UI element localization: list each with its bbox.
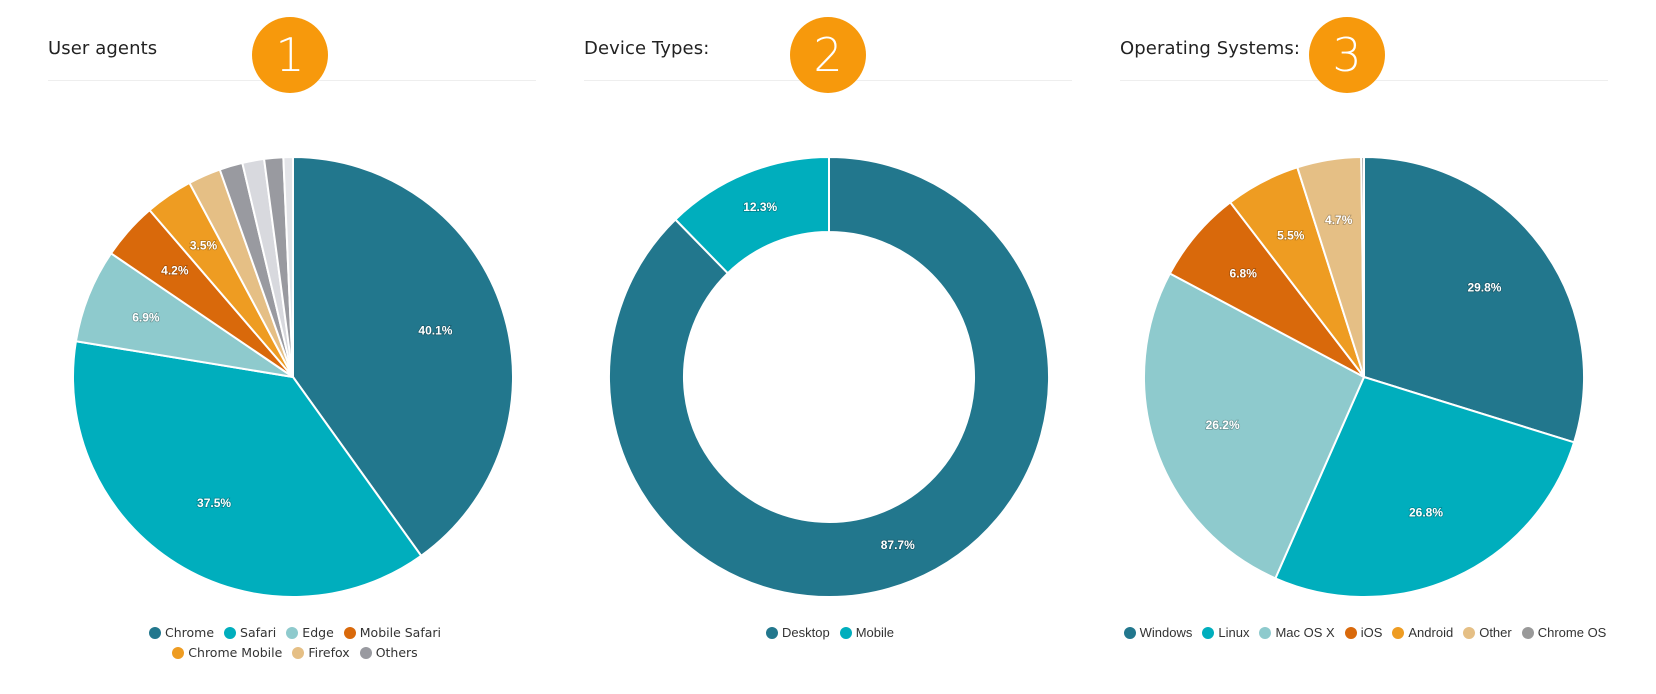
legend-label: Android (1408, 625, 1454, 640)
legend-label: Mobile Safari (359, 625, 442, 640)
legend-item-android[interactable]: Android (1392, 625, 1453, 640)
legend-item-mobile-safari[interactable]: Mobile Safari (343, 625, 442, 640)
legend-item-chrome-os[interactable]: Chrome OS (1521, 625, 1607, 640)
legend-label: Linux (1218, 625, 1250, 640)
legend-item-chrome-mobile[interactable]: Chrome Mobile (172, 645, 282, 660)
legend-label: Windows (1139, 625, 1193, 640)
data-label-linux: 26.8% (1409, 505, 1443, 519)
user-agents-legend: Chrome Safari Edge Mobile Safari Chrome Mobi… (120, 625, 470, 660)
legend-dot-icon (1392, 626, 1405, 639)
data-label-ios: 6.8% (1230, 267, 1258, 281)
legend-item-linux[interactable]: Linux (1202, 625, 1249, 640)
legend-item-ios[interactable]: iOS (1344, 625, 1383, 640)
data-label-chrome-mobile: 3.5% (190, 238, 218, 252)
legend-item-chrome[interactable]: Chrome (148, 625, 215, 640)
legend-dot-icon (224, 626, 237, 639)
legend-dot-icon (292, 646, 305, 659)
legend-item-desktop[interactable]: Desktop (766, 625, 830, 640)
charts-canvas: 40.1% 37.5% 6.9% 4.2%3.5% 87.7% 12.3% 29.8% 26.… (72, 155, 1585, 598)
legend-label: Firefox (308, 645, 350, 660)
legend-label: Chrome Mobile (188, 645, 283, 660)
data-label-mac-os-x: 26.2% (1206, 418, 1240, 432)
legend-dot-icon (839, 626, 852, 639)
legend-label: Other (1479, 625, 1512, 640)
legend-label: Edge (302, 625, 334, 640)
data-label-windows: 29.8% (1467, 280, 1501, 294)
data-label-other: 4.7% (1325, 213, 1353, 227)
device-types-legend: Desktop Mobile (680, 625, 980, 640)
legend-dot-icon (1463, 626, 1476, 639)
data-label-mobile-safari: 4.2% (161, 264, 189, 278)
legend-dot-icon (359, 646, 372, 659)
operating-systems-legend: Windows Linux Mac OS X iOS Android Other Chrom… (1110, 625, 1620, 640)
legend-item-other[interactable]: Other (1463, 625, 1512, 640)
legend-dot-icon (766, 626, 778, 639)
data-label-safari: 37.5% (197, 496, 231, 510)
legend-dot-icon (343, 626, 356, 639)
legend-dot-icon (172, 646, 185, 659)
data-label-mobile: 12.3% (743, 200, 777, 214)
legend-item-mobile[interactable]: Mobile (839, 625, 894, 640)
data-label-android: 5.5% (1277, 229, 1305, 243)
legend-label: Desktop (782, 625, 830, 640)
legend-label: Mobile (855, 625, 894, 640)
legend-label: iOS (1360, 625, 1383, 640)
data-label-edge: 6.9% (132, 310, 160, 324)
legend-item-windows[interactable]: Windows (1123, 625, 1193, 640)
data-label-chrome: 40.1% (418, 323, 452, 337)
legend-item-firefox[interactable]: Firefox (292, 645, 350, 660)
user-agents-chart: 40.1% 37.5% 6.9% 4.2%3.5% (72, 155, 514, 598)
legend-label: Others (375, 645, 418, 660)
legend-item-others[interactable]: Others (359, 645, 418, 660)
legend-dot-icon (1521, 626, 1534, 639)
legend-label: Chrome OS (1537, 625, 1607, 640)
legend-dot-icon (1202, 626, 1215, 639)
legend-dot-icon (148, 626, 161, 639)
device-types-chart: 87.7% 12.3% (608, 155, 1050, 598)
legend-dot-icon (1344, 626, 1357, 639)
data-label-desktop: 87.7% (881, 538, 915, 552)
legend-label: Chrome (164, 625, 215, 640)
legend-item-safari[interactable]: Safari (224, 625, 276, 640)
legend-dot-icon (286, 626, 299, 639)
legend-dot-icon (1259, 626, 1272, 639)
legend-label: Mac OS X (1275, 625, 1335, 640)
legend-item-mac-os-x[interactable]: Mac OS X (1259, 625, 1335, 640)
legend-item-edge[interactable]: Edge (286, 625, 334, 640)
legend-label: Safari (240, 625, 277, 640)
legend-dot-icon (1123, 626, 1136, 639)
operating-systems-chart: 29.8% 26.8% 26.2% 6.8% 5.5% 4.7% (1143, 155, 1585, 598)
